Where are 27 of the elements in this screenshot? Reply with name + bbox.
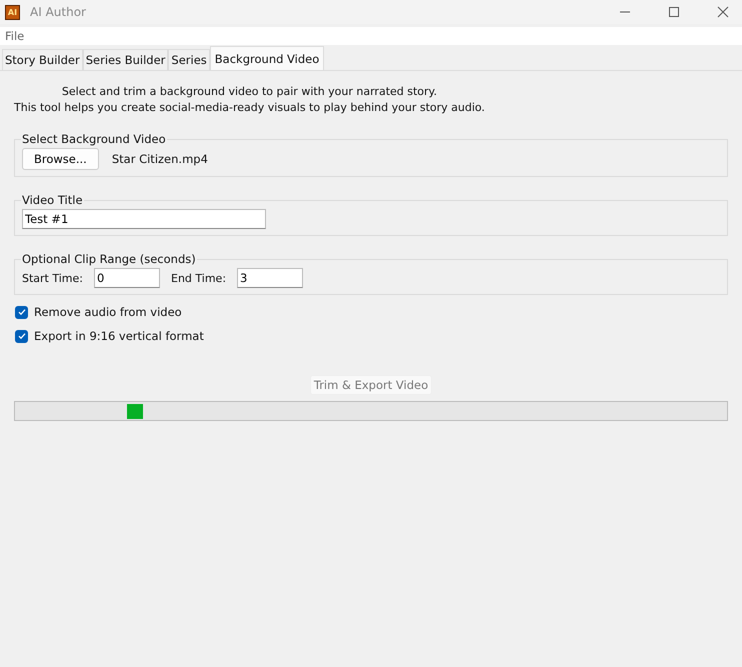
tab[interactable]: Series Builder [82, 49, 168, 70]
group-title: Optional Clip Range (seconds) [21, 252, 197, 266]
checkbox[interactable] [15, 306, 28, 318]
tab[interactable]: Story Builder [2, 49, 83, 70]
end-time-field[interactable]: 3 [237, 268, 304, 288]
browse-button[interactable]: Browse... [22, 148, 99, 170]
title-field[interactable]: Test #1 [22, 209, 266, 229]
checkmark-icon [16, 331, 26, 341]
checkbox-label: Remove audio from video [34, 305, 182, 319]
start-time-field[interactable]: 0 [94, 268, 160, 288]
tab[interactable]: Background Video [210, 46, 324, 70]
tab[interactable]: Series [168, 49, 210, 70]
checkbox-label: Export in 9:16 vertical format [34, 329, 204, 343]
checkbox[interactable] [15, 330, 28, 342]
field-label: Start Time: [22, 272, 83, 284]
group-title: Select Background Video [21, 132, 167, 146]
menu-item[interactable]: File [5, 29, 24, 43]
group-title: Video Title [21, 193, 84, 207]
window-title: AI Author [30, 5, 86, 19]
app-icon: AI [5, 4, 20, 20]
description-text: This tool helps you create social-media-ready visuals to play behind your story audio. [14, 100, 485, 116]
checkmark-icon [16, 307, 26, 317]
description-text: Select and trim a background video to pair with your narrated story. [62, 84, 437, 100]
field-label: End Time: [171, 272, 226, 284]
maximize-icon[interactable] [668, 6, 680, 18]
close-icon[interactable] [717, 6, 729, 18]
file-name: Star Citizen.mp4 [112, 152, 208, 166]
